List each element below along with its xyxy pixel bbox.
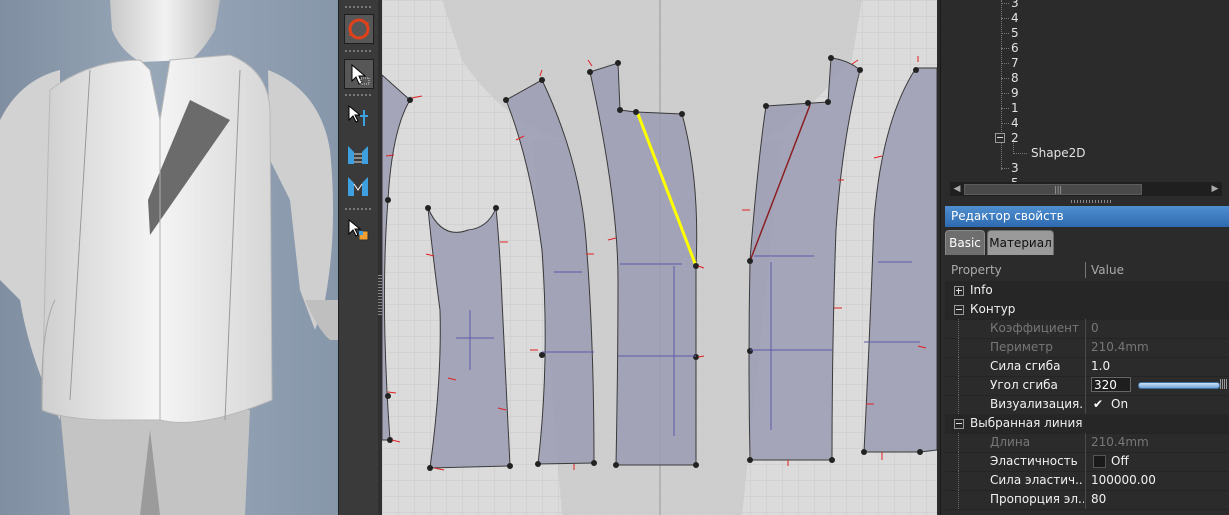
property-row-perimeter[interactable]: Периметр 210.4mm [945,338,1229,358]
category-label: Контур [970,302,1016,316]
scroll-grip: ||| [1054,185,1063,194]
sewing-tool-button[interactable] [344,140,374,170]
scroll-thumb[interactable] [964,184,1142,195]
fold-angle-input[interactable] [1091,377,1131,392]
sewing-segment-tool-button[interactable] [344,172,374,202]
property-label: Угол сгиба [990,378,1058,392]
sewing-icon [348,146,368,164]
category-selected-line[interactable]: Выбранная линия [945,414,1229,434]
category-info[interactable]: Info [945,281,1229,301]
property-row-elastic-strength[interactable]: Сила эластич... 100000.00 [945,471,1229,491]
toolbar-separator [345,50,373,52]
tree-item[interactable]: 2 [1011,131,1019,145]
scroll-left-icon[interactable]: ◀ [950,182,964,196]
property-row-length[interactable]: Длина 210.4mm [945,433,1229,453]
category-label: Info [970,283,993,297]
tab-basic[interactable]: Basic [945,230,985,255]
collapse-icon[interactable] [954,419,964,429]
3d-viewport[interactable] [0,0,338,515]
property-label: Пропорция эл... [990,492,1084,506]
property-label: Эластичность [990,454,1078,468]
panel-splitter-handle[interactable] [1071,200,1111,203]
elastic-proportion-value[interactable]: 80 [1091,492,1106,506]
category-contour[interactable]: Контур [945,300,1229,320]
right-panel: 3 4 5 6 7 8 9 1 4 2 Shape2D 3 5 ◀ ||| ▶ … [940,0,1229,515]
pattern-canvas [382,0,937,515]
property-row-elastic-proportion[interactable]: Пропорция эл... 80 [945,490,1229,510]
property-row-fold-strength[interactable]: Сила сгиба 1.0 [945,357,1229,377]
tree-horizontal-scrollbar[interactable]: ◀ ||| ▶ [950,182,1222,196]
property-grid-header: Property Value [945,259,1229,281]
tree-item[interactable]: 6 [1011,41,1019,55]
property-row-visualization[interactable]: Визуализация... ✔ On [945,395,1229,415]
property-label: Сила эластич... [990,473,1084,487]
tree-item[interactable]: 4 [1011,116,1019,130]
tree-item-shape2d[interactable]: Shape2D [1031,146,1085,160]
2d-pattern-view[interactable] [382,0,937,515]
property-tabs: Basic Материал [945,227,1229,257]
tree-item[interactable]: 1 [1011,101,1019,115]
category-label: Выбранная линия [970,416,1083,430]
property-label: Длина [990,435,1031,449]
tree-item[interactable]: 8 [1011,71,1019,85]
property-value: 0 [1091,321,1099,335]
property-row-elasticity[interactable]: Эластичность Off [945,452,1229,472]
property-row-coefficient[interactable]: Коэффициент 0 [945,319,1229,339]
fold-angle-slider[interactable] [1138,382,1220,389]
tree-item[interactable]: 7 [1011,56,1019,70]
fold-arrangement-tool-button[interactable] [344,216,374,246]
property-value: Off [1111,454,1129,468]
tree-collapse-icon[interactable] [995,133,1005,143]
property-label: Сила сгиба [990,359,1061,373]
slider-grip-icon[interactable] [1220,379,1228,389]
rotate-icon [348,18,370,40]
tool-palette [338,0,380,515]
toolbar-separator [345,6,373,8]
elasticity-checkbox[interactable] [1093,455,1106,468]
tree-item[interactable]: 3 [1011,0,1019,10]
property-value: On [1111,397,1129,411]
edit-points-tool-button[interactable] [344,102,374,132]
property-value: 210.4mm [1091,340,1149,354]
toolbar-separator [345,208,373,210]
fold-arrangement-icon [348,218,369,241]
expand-icon[interactable] [954,286,964,296]
checkmark-icon[interactable]: ✔ [1093,398,1105,410]
avatar-3d-render [0,0,338,515]
property-label: Периметр [990,340,1053,354]
value-column-header[interactable]: Value [1091,263,1124,277]
property-value: 210.4mm [1091,435,1149,449]
tree-item[interactable]: 5 [1011,26,1019,40]
edit-points-icon [348,104,368,126]
elastic-strength-value[interactable]: 100000.00 [1091,473,1156,487]
tree-item[interactable]: 3 [1011,161,1019,175]
select-arrow-icon [351,63,370,85]
property-label: Визуализация... [990,397,1084,411]
object-tree: 3 4 5 6 7 8 9 1 4 2 Shape2D 3 5 [941,0,1229,182]
scroll-right-icon[interactable]: ▶ [1208,182,1222,196]
property-row-fold-angle[interactable]: Угол сгиба [945,376,1229,396]
sewing-segment-icon [348,177,368,196]
rotate-tool-button[interactable] [344,14,374,44]
select-tool-button[interactable] [344,59,374,89]
tab-material[interactable]: Материал [987,230,1054,255]
toolbar-separator [345,94,373,96]
fold-strength-value[interactable]: 1.0 [1091,359,1110,373]
tree-item[interactable]: 9 [1011,86,1019,100]
property-label: Коэффициент [990,321,1079,335]
property-editor-title: Редактор свойств [945,206,1229,227]
property-column-header[interactable]: Property [951,263,1002,277]
collapse-icon[interactable] [954,305,964,315]
tree-item[interactable]: 4 [1011,11,1019,25]
